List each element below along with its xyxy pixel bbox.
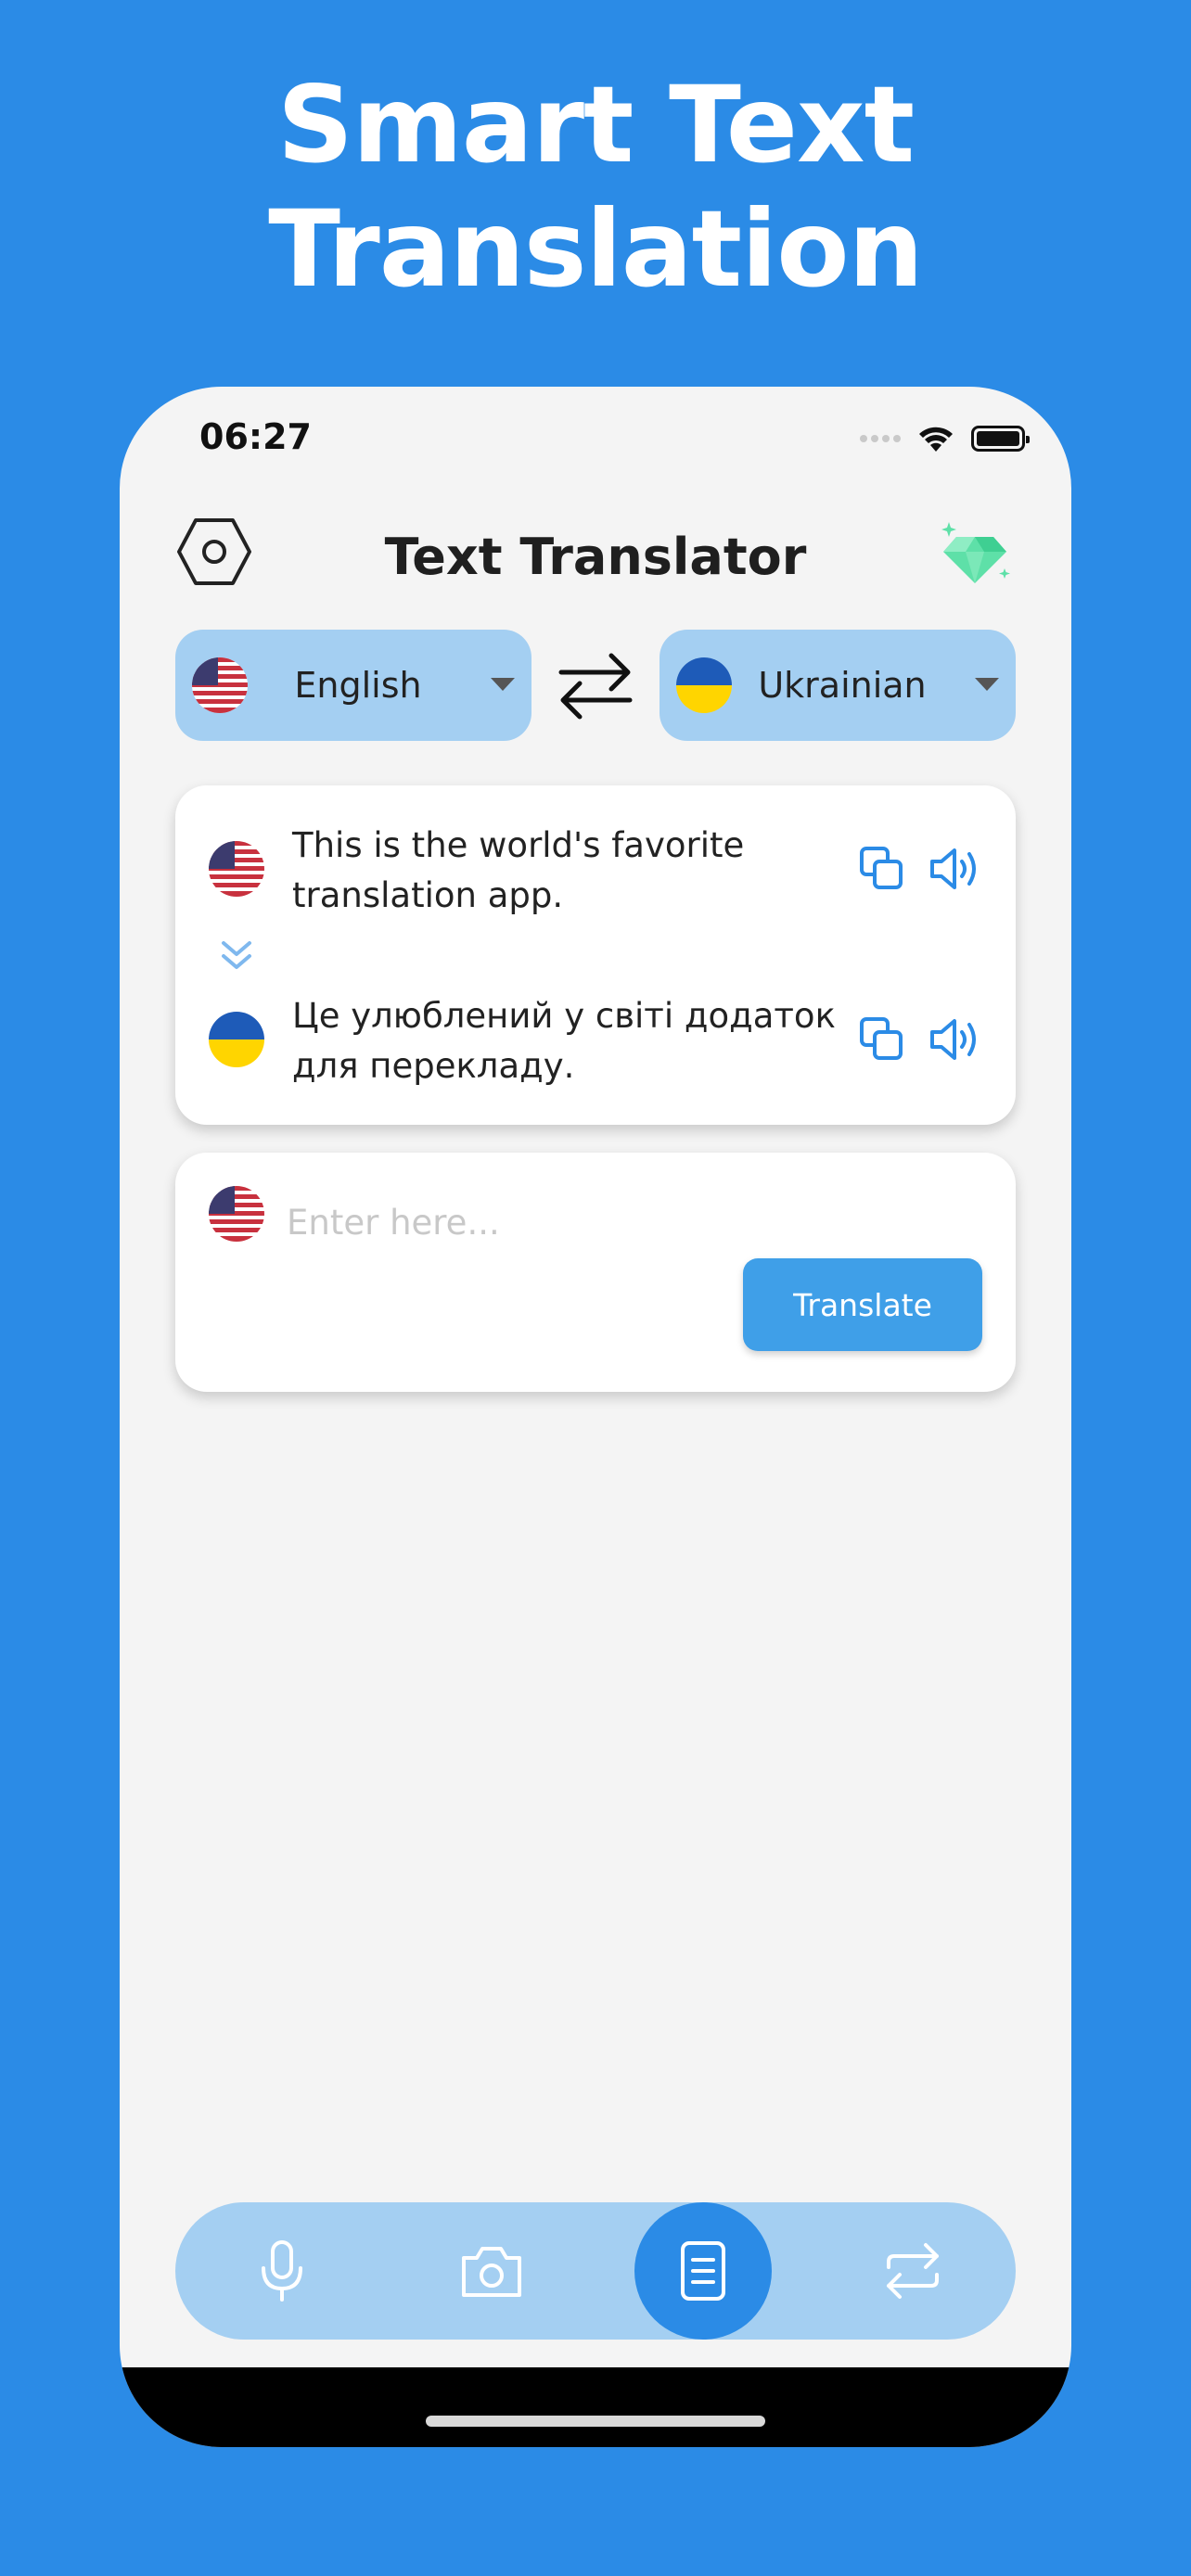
text-input-card: Translate bbox=[175, 1153, 1016, 1392]
source-language-name: English bbox=[294, 665, 422, 706]
double-chevron-down-icon bbox=[218, 937, 255, 975]
speaker-icon[interactable] bbox=[927, 843, 982, 895]
document-icon bbox=[681, 2241, 725, 2301]
promo-headline-line2: Translation bbox=[268, 187, 923, 311]
swap-arrows-icon[interactable] bbox=[554, 648, 637, 724]
source-text: This is the world's favorite translation… bbox=[292, 825, 745, 915]
ukraine-flag-icon bbox=[209, 1012, 264, 1067]
phone-screen: 06:27 Text Translator English Ukrainian … bbox=[120, 387, 1071, 2447]
conversation-swap-icon bbox=[887, 2243, 939, 2299]
target-language-selector[interactable]: Ukrainian bbox=[660, 630, 1016, 741]
home-indicator-area bbox=[120, 2367, 1071, 2447]
nav-text[interactable] bbox=[634, 2202, 773, 2340]
promo-headline-line1: Smart Text bbox=[276, 63, 915, 186]
wifi-icon bbox=[919, 427, 953, 452]
speaker-icon[interactable] bbox=[927, 1014, 982, 1065]
translation-result-card: This is the world's favorite translation… bbox=[175, 785, 1016, 1125]
copy-icon[interactable] bbox=[856, 1014, 908, 1065]
ukraine-flag-icon bbox=[676, 657, 732, 713]
copy-icon[interactable] bbox=[856, 843, 908, 895]
microphone-icon bbox=[262, 2240, 302, 2302]
chevron-down-icon bbox=[975, 678, 999, 691]
text-input[interactable] bbox=[287, 1190, 936, 1255]
status-indicators bbox=[860, 424, 1030, 453]
translate-button[interactable]: Translate bbox=[743, 1258, 982, 1351]
camera-icon bbox=[462, 2247, 521, 2297]
target-language-name: Ukrainian bbox=[758, 665, 927, 706]
us-flag-icon bbox=[209, 841, 264, 897]
us-flag-icon bbox=[209, 1186, 264, 1242]
us-flag-icon bbox=[192, 657, 248, 713]
home-indicator[interactable] bbox=[426, 2416, 765, 2427]
diamond-icon[interactable] bbox=[936, 516, 1014, 591]
app-title: Text Translator bbox=[384, 528, 807, 586]
bottom-nav bbox=[175, 2202, 1016, 2340]
promo-headline: Smart Text Translation bbox=[0, 63, 1191, 312]
cellular-signal-icon bbox=[860, 435, 901, 442]
nav-voice[interactable] bbox=[212, 2202, 352, 2340]
chevron-down-icon bbox=[491, 678, 515, 691]
source-language-selector[interactable]: English bbox=[175, 630, 531, 741]
app-header: Text Translator bbox=[120, 505, 1071, 598]
nav-camera[interactable] bbox=[422, 2202, 561, 2340]
battery-icon bbox=[971, 426, 1030, 452]
translated-text: Це улюблений у світі додаток для перекла… bbox=[292, 996, 836, 1086]
nav-conversation[interactable] bbox=[843, 2202, 982, 2340]
status-time: 06:27 bbox=[199, 416, 312, 457]
